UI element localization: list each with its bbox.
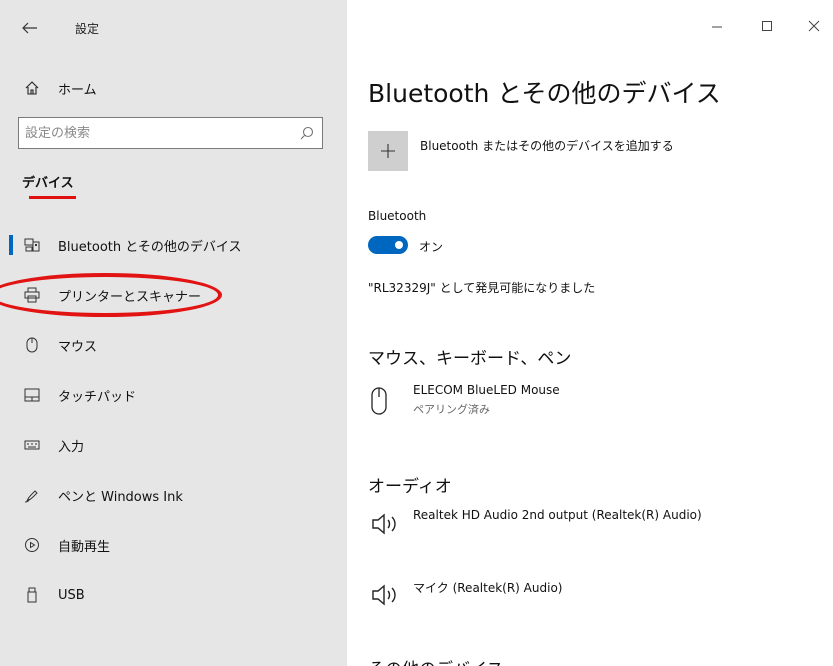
touchpad-icon	[24, 387, 40, 403]
sidebar-item-label: マウス	[58, 339, 98, 355]
device-name[interactable]: Realtek HD Audio 2nd output (Realtek(R) …	[413, 508, 702, 522]
usb-icon	[24, 587, 40, 603]
bluetooth-heading: Bluetooth	[368, 209, 427, 223]
speaker-icon[interactable]	[371, 512, 401, 536]
sidebar-item-label: ペンと Windows Ink	[58, 489, 183, 505]
add-device-label[interactable]: Bluetooth またはその他のデバイスを追加する	[420, 137, 674, 154]
bluetooth-devices-icon	[24, 237, 40, 253]
group-title-other-devices: その他のデバイス	[368, 655, 504, 666]
search-icon[interactable]	[300, 126, 314, 140]
sidebar-item-label: プリンターとスキャナー	[58, 289, 202, 305]
device-name[interactable]: ELECOM BlueLED Mouse	[413, 383, 560, 397]
nav-home-label: ホーム	[58, 82, 97, 98]
bluetooth-state-label: オン	[419, 240, 444, 254]
sidebar-item-label: Bluetooth とその他のデバイス	[58, 239, 242, 255]
speaker-icon[interactable]	[371, 583, 401, 607]
sidebar-item-mouse[interactable]: マウス	[0, 325, 347, 365]
device-name[interactable]: マイク (Realtek(R) Audio)	[413, 579, 562, 596]
maximize-button[interactable]	[755, 14, 779, 38]
bluetooth-toggle[interactable]	[368, 236, 408, 254]
app-title: 設定	[75, 22, 100, 36]
sidebar-item-usb[interactable]: USB	[0, 575, 347, 615]
sidebar-item-autoplay[interactable]: 自動再生	[0, 525, 347, 565]
plus-icon	[381, 144, 395, 158]
sidebar-item-touchpad[interactable]: タッチパッド	[0, 375, 347, 415]
printer-icon	[24, 287, 40, 303]
group-title-mouse-keyboard-pen: マウス、キーボード、ペン	[368, 349, 572, 369]
annotation-underline	[29, 196, 76, 199]
sidebar-item-label: USB	[58, 587, 85, 603]
pen-icon	[24, 487, 40, 503]
toggle-knob	[395, 241, 403, 249]
page-title: Bluetooth とその他のデバイス	[368, 79, 721, 108]
group-title-audio: オーディオ	[368, 477, 452, 497]
search-input[interactable]	[19, 118, 285, 148]
minimize-icon	[712, 26, 722, 28]
back-button[interactable]	[18, 16, 42, 40]
search-box[interactable]	[18, 117, 323, 149]
add-device-button[interactable]	[368, 131, 408, 171]
mouse-icon	[24, 337, 40, 353]
home-icon	[25, 81, 39, 95]
autoplay-icon	[24, 537, 40, 553]
mouse-icon[interactable]	[371, 387, 387, 415]
maximize-icon	[762, 21, 772, 31]
nav-home[interactable]: ホーム	[24, 76, 97, 100]
device-status: ペアリング済み	[413, 403, 490, 416]
sidebar-item-printers[interactable]: プリンターとスキャナー	[0, 275, 347, 315]
sidebar-item-label: 自動再生	[58, 539, 111, 555]
close-button[interactable]	[802, 14, 826, 38]
sidebar-item-input[interactable]: 入力	[0, 425, 347, 465]
sidebar-item-label: 入力	[58, 439, 85, 455]
main-content: Bluetooth とその他のデバイス Bluetooth またはその他のデバイ…	[347, 0, 833, 666]
discoverable-text: "RL32329J" として発見可能になりました	[368, 281, 596, 295]
minimize-button[interactable]	[705, 14, 729, 38]
settings-sidebar: 設定 ホーム デバイス Bluetooth とその他のデバイス プリンターとスキ…	[0, 0, 347, 666]
back-arrow-icon	[22, 22, 37, 34]
keyboard-icon	[24, 437, 40, 453]
sidebar-item-bluetooth[interactable]: Bluetooth とその他のデバイス	[0, 225, 347, 265]
close-icon	[808, 20, 820, 32]
nav-section-title: デバイス	[22, 176, 74, 191]
sidebar-item-pen[interactable]: ペンと Windows Ink	[0, 475, 347, 515]
sidebar-item-label: タッチパッド	[58, 389, 137, 405]
